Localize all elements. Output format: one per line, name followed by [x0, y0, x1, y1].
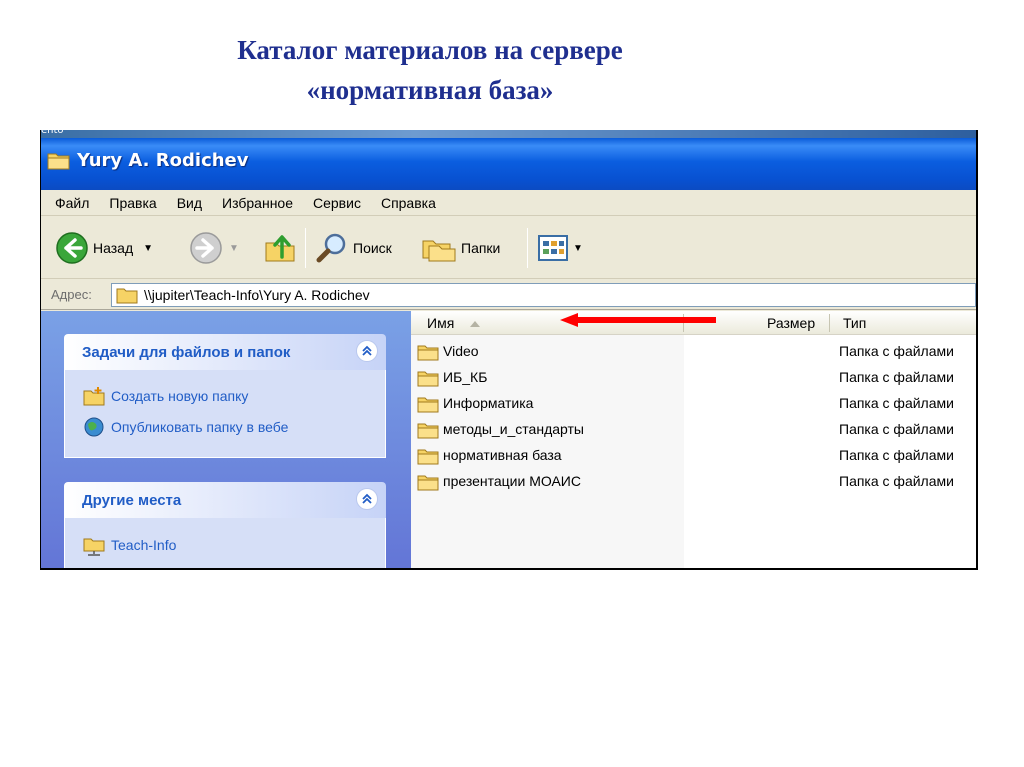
column-header-size[interactable]: Размер: [767, 315, 815, 331]
folder-icon: [116, 288, 138, 304]
folder-icon-wrap: [417, 473, 439, 496]
folder-up-icon: [265, 235, 295, 262]
place-teach-info[interactable]: Teach-Info: [83, 534, 176, 556]
task-pane: Задачи для файлов и папок Создать новую …: [41, 311, 411, 568]
back-arrow-icon: [56, 232, 88, 264]
other-places-body: Teach-Info: [64, 518, 386, 568]
folder-icon: [417, 423, 439, 439]
place-teach-info-label: Teach-Info: [111, 537, 177, 553]
file-type: Папка с файлами: [839, 421, 954, 437]
sort-ascending-icon: [470, 321, 480, 327]
table-row[interactable]: нормативная база Папка с файлами: [411, 443, 976, 469]
collapse-button[interactable]: [356, 340, 378, 362]
column-header-type[interactable]: Тип: [843, 315, 866, 331]
toolbar: Назад ▼ ▼ Поиск Папки ▼: [41, 216, 976, 279]
menu-bar: Файл Правка Вид Избранное Сервис Справка: [41, 190, 976, 216]
task-publish-folder[interactable]: Опубликовать папку в вебе: [83, 416, 288, 438]
file-list: Имя Размер Тип Video Папка с файлами ИБ_КБ…: [411, 311, 976, 568]
file-type: Папка с файлами: [839, 369, 954, 385]
menu-view[interactable]: Вид: [177, 195, 202, 211]
window-title: Yury A. Rodichev: [77, 150, 249, 171]
magnifier-icon: [316, 233, 346, 263]
folder-icon: [417, 397, 439, 413]
table-row[interactable]: презентации МОАИС Папка с файлами: [411, 469, 976, 495]
address-path: \\jupiter\Teach-Info\Yury A. Rodichev: [144, 287, 370, 303]
file-name: Video: [443, 343, 479, 359]
task-create-folder[interactable]: Создать новую папку: [83, 386, 248, 406]
chevron-up-icon: [362, 345, 372, 356]
folder-icon-wrap: [417, 369, 439, 392]
table-row[interactable]: ИБ_КБ Папка с файлами: [411, 365, 976, 391]
task-create-folder-label: Создать новую папку: [111, 388, 249, 404]
menu-favorites[interactable]: Избранное: [222, 195, 293, 211]
search-button[interactable]: Поиск: [315, 230, 392, 266]
folder-icon-wrap: [417, 343, 439, 366]
folder-icon: [417, 475, 439, 491]
table-row[interactable]: методы_и_стандарты Папка с файлами: [411, 417, 976, 443]
file-name: презентации МОАИС: [443, 473, 581, 489]
file-type: Папка с файлами: [839, 343, 954, 359]
table-row[interactable]: Video Папка с файлами: [411, 339, 976, 365]
slide-title-line1: Каталог материалов на сервере: [237, 35, 623, 65]
forward-arrow-icon: [190, 232, 222, 264]
file-name: нормативная база: [443, 447, 562, 463]
file-type: Папка с файлами: [839, 447, 954, 463]
file-name: методы_и_стандарты: [443, 421, 584, 437]
folder-icon: [417, 345, 439, 361]
column-header-name[interactable]: Имя: [427, 315, 454, 331]
explorer-screenshot: ento Yury A. Rodichev Файл Правка Вид Из…: [40, 130, 978, 570]
chevron-up-icon: [362, 493, 372, 504]
globe-icon: [84, 417, 104, 437]
views-icon: [538, 235, 568, 261]
desktop-strip: ento: [41, 130, 976, 138]
other-places-header[interactable]: Другие места: [64, 482, 386, 518]
file-tasks-body: Создать новую папку Опубликовать папку в…: [64, 370, 386, 458]
folder-icon: [417, 449, 439, 465]
folder-icon-wrap: [417, 395, 439, 418]
menu-tools[interactable]: Сервис: [313, 195, 361, 211]
folder-icon: [47, 153, 70, 170]
table-row[interactable]: Информатика Папка с файлами: [411, 391, 976, 417]
new-folder-icon: [83, 387, 105, 406]
up-button[interactable]: [263, 230, 297, 266]
address-input[interactable]: \\jupiter\Teach-Info\Yury A. Rodichev: [111, 283, 976, 307]
chevron-down-icon[interactable]: ▼: [229, 243, 239, 254]
views-button[interactable]: ▼: [537, 230, 583, 266]
network-folder-icon: [83, 538, 105, 556]
address-label: Адрес:: [51, 287, 92, 302]
file-tasks-header[interactable]: Задачи для файлов и папок: [64, 334, 386, 370]
slide-title: Каталог материалов на сервере «нормативн…: [0, 30, 860, 110]
highlight-arrow-icon: [560, 313, 716, 327]
file-type: Папка с файлами: [839, 395, 954, 411]
folders-label: Папки: [461, 240, 501, 256]
window-titlebar[interactable]: Yury A. Rodichev: [41, 138, 976, 190]
file-tasks-title: Задачи для файлов и папок: [82, 344, 291, 361]
menu-file[interactable]: Файл: [55, 195, 89, 211]
folders-icon: [422, 240, 456, 262]
chevron-down-icon[interactable]: ▼: [143, 243, 153, 254]
search-label: Поиск: [353, 240, 392, 256]
address-bar: Адрес: \\jupiter\Teach-Info\Yury A. Rodi…: [41, 280, 976, 310]
toolbar-separator: [527, 228, 528, 268]
back-label: Назад: [93, 240, 134, 256]
other-places-title: Другие места: [82, 492, 182, 509]
desktop-label: ento: [41, 130, 64, 136]
folder-icon-wrap: [417, 447, 439, 470]
task-publish-folder-label: Опубликовать папку в вебе: [111, 419, 289, 435]
file-type: Папка с файлами: [839, 473, 954, 489]
back-button[interactable]: Назад ▼: [55, 230, 153, 266]
folder-icon: [417, 371, 439, 387]
menu-help[interactable]: Справка: [381, 195, 436, 211]
slide-title-line2: «нормативная база»: [306, 75, 554, 105]
toolbar-separator: [305, 228, 306, 268]
menu-edit[interactable]: Правка: [109, 195, 156, 211]
chevron-down-icon[interactable]: ▼: [573, 243, 583, 254]
file-name: ИБ_КБ: [443, 369, 488, 385]
column-divider: [829, 314, 830, 332]
forward-button[interactable]: ▼: [189, 230, 239, 266]
folders-button[interactable]: Папки: [421, 230, 500, 266]
folder-icon-wrap: [417, 421, 439, 444]
collapse-button[interactable]: [356, 488, 378, 510]
file-name: Информатика: [443, 395, 534, 411]
